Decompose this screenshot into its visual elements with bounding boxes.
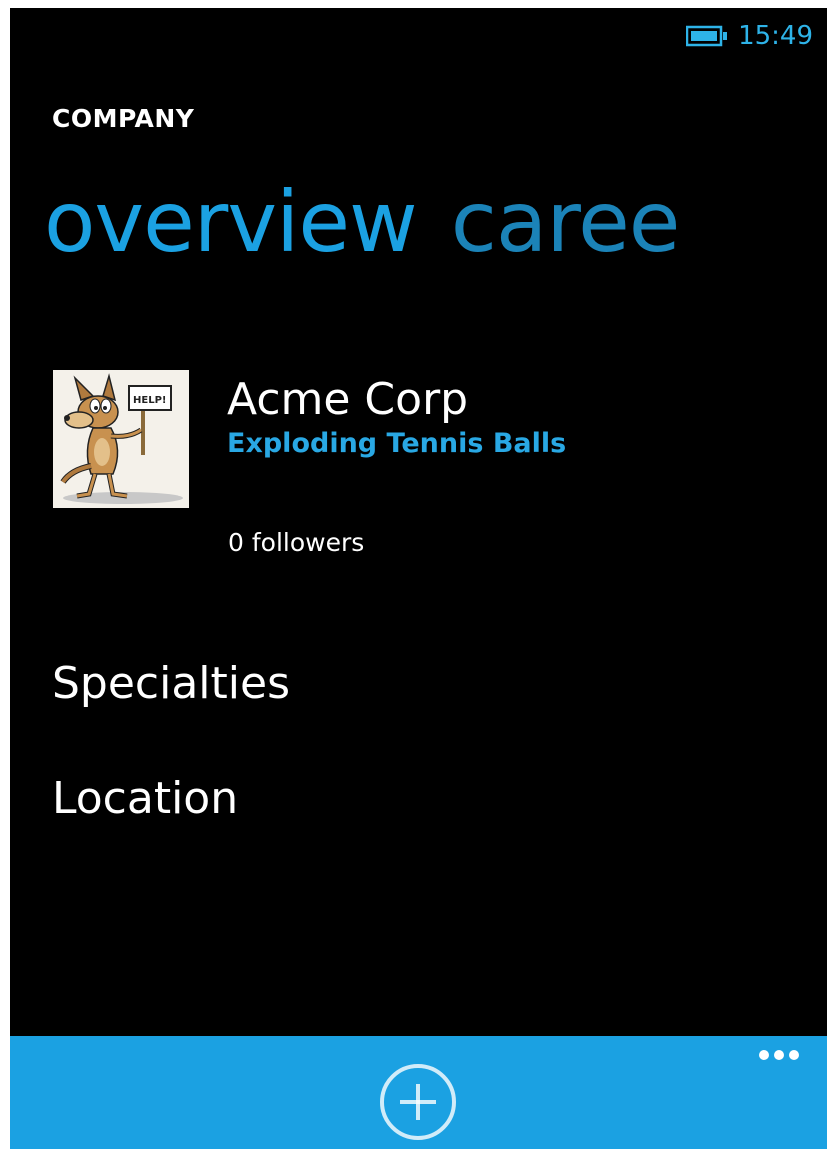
app-bar [10,1036,827,1149]
status-bar: 15:49 [686,8,813,64]
ellipsis-dot [759,1050,769,1060]
specialties-link[interactable]: Specialties [52,658,290,709]
company-header: HELP! Acme Corp Exploding Tennis Balls [53,370,566,508]
ellipsis-dot [789,1050,799,1060]
battery-icon [686,25,728,47]
company-name: Acme Corp [227,374,469,425]
company-logo: HELP! [53,370,189,508]
location-link[interactable]: Location [52,773,238,824]
followers-count: 0 followers [228,528,365,557]
app-title: COMPANY [52,104,195,133]
add-circle-icon[interactable] [378,1062,458,1142]
logo-sign-text: HELP! [133,395,166,406]
status-time: 15:49 [738,21,813,51]
tab-overview[interactable]: overview [44,173,418,271]
tab-careers[interactable]: caree [451,173,681,271]
company-info: Acme Corp Exploding Tennis Balls [227,376,566,508]
ellipsis-icon[interactable] [759,1050,799,1060]
pivot-header: overview caree [44,173,713,271]
company-industry: Exploding Tennis Balls [227,428,567,459]
phone-screen: 15:49 COMPANY overview caree HELP! Acme … [10,8,827,1149]
ellipsis-dot [774,1050,784,1060]
